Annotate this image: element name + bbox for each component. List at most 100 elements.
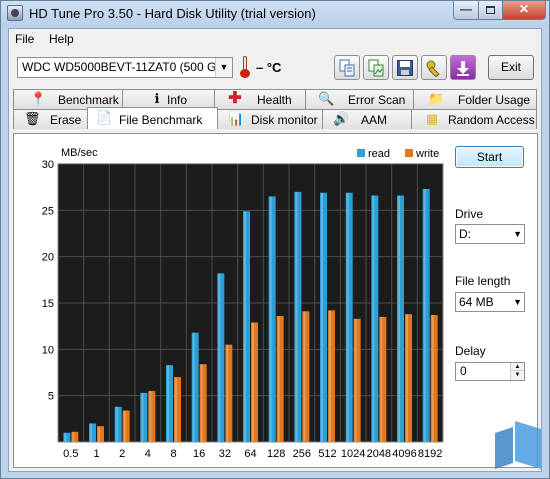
bar-highlight-write [329, 310, 331, 442]
chart-svg: 5 10 15 20 25 30 MB/sec read write 0.5 1 2 4 8 16 32 64 1… [42, 147, 444, 460]
tab-disk-monitor[interactable]: 📊 Disk monitor [217, 109, 323, 129]
x-tick-label: 2048 [367, 448, 391, 460]
bar-highlight-read [269, 196, 272, 442]
legend-swatch-write [405, 149, 413, 157]
app-window: HD Tune Pro 3.50 - Hard Disk Utility (tr… [0, 0, 550, 479]
x-tick-label: 16 [193, 448, 205, 460]
benchmark-chart: 5 10 15 20 25 30 MB/sec read write 0.5 1 2 4 8 16 32 64 1… [24, 140, 449, 464]
title-bar[interactable]: HD Tune Pro 3.50 - Hard Disk Utility (tr… [1, 1, 549, 27]
bar-highlight-write [252, 322, 254, 442]
maximize-icon [486, 5, 495, 14]
temperature-readout: – °C [256, 60, 282, 75]
drive-dropdown[interactable]: WDC WD5000BEVT-11ZAT0 (500 GB) ▼ [17, 57, 233, 78]
legend-label-write: write [415, 148, 439, 160]
bar-highlight-write [200, 364, 203, 442]
maximize-button[interactable] [478, 1, 503, 20]
download-button[interactable] [450, 55, 476, 80]
bar-highlight-read [115, 406, 118, 442]
minimize-button[interactable]: — [453, 1, 479, 20]
bar-highlight-read [372, 195, 375, 442]
app-icon [7, 5, 23, 21]
bar-highlight-write [123, 410, 126, 442]
copy-screenshot-button[interactable] [363, 55, 389, 80]
bar-highlight-write [277, 315, 280, 442]
watermark-logo [495, 421, 541, 469]
drive-letter-dropdown[interactable]: D: ▼ [455, 224, 525, 244]
spin-down-icon[interactable]: ▼ [511, 371, 524, 379]
tab-health[interactable]: ✚ Health [214, 89, 306, 109]
y-tick-label: 15 [42, 298, 54, 310]
tab-erase[interactable]: 🗑 Erase [13, 109, 88, 129]
tab-aam[interactable]: 🔊 AAM [322, 109, 412, 129]
drive-letter-value: D: [459, 227, 471, 241]
toolbar: WDC WD5000BEVT-11ZAT0 (500 GB) ▼ – °C Ex… [9, 51, 541, 85]
speaker-icon: 🔊 [333, 111, 350, 126]
x-tick-label: 0.5 [63, 448, 78, 460]
copy-text-button[interactable] [334, 55, 360, 80]
close-button[interactable]: ✕ [502, 1, 546, 20]
bar-highlight-write [149, 391, 152, 442]
delay-spinner[interactable]: 0 ▲ ▼ [455, 362, 525, 381]
bar-highlight-write [380, 316, 383, 442]
tab-benchmark[interactable]: 📍 Benchmark [13, 89, 123, 109]
random-access-icon: ▦ [425, 111, 439, 126]
start-button[interactable]: Start [455, 146, 524, 168]
x-tick-label: 4096 [392, 448, 416, 460]
bar-highlight-write [354, 318, 357, 442]
x-tick-label: 8192 [418, 448, 442, 460]
menu-file[interactable]: File [15, 32, 34, 46]
arrow-down-icon [457, 61, 469, 76]
bar-highlight-write [431, 315, 434, 442]
file-length-label: File length [455, 274, 511, 288]
pin-icon: 📍 [30, 91, 47, 106]
info-icon: ℹ [154, 91, 160, 106]
chevron-down-icon: ▼ [513, 297, 522, 307]
drive-dropdown-value: WDC WD5000BEVT-11ZAT0 (500 GB) [22, 60, 229, 74]
bar-highlight-write [406, 314, 408, 442]
window-title: HD Tune Pro 3.50 - Hard Disk Utility (tr… [29, 6, 316, 21]
chevron-down-icon: ▼ [215, 58, 232, 77]
bar-highlight-read [423, 189, 426, 442]
save-button[interactable] [392, 55, 418, 80]
delay-label: Delay [455, 344, 486, 358]
x-tick-label: 128 [267, 448, 285, 460]
x-tick-label: 1 [93, 448, 99, 460]
magnifier-icon: 🔍 [318, 91, 335, 106]
client-area: File Help WDC WD5000BEVT-11ZAT0 (500 GB)… [8, 28, 542, 472]
tab-strip: 📍 Benchmark ℹ Info ✚ Health 🔍 Error Scan 📁 Fo… [9, 89, 541, 133]
spinner-buttons[interactable]: ▲ ▼ [510, 363, 524, 380]
bar-highlight-write [303, 311, 306, 442]
tab-info[interactable]: ℹ Info [122, 89, 215, 109]
tab-file-benchmark[interactable]: 📄 File Benchmark [87, 107, 218, 129]
exit-button[interactable]: Exit [488, 55, 534, 80]
wrench-icon [426, 60, 440, 78]
tab-random-access[interactable]: ▦ Random Access [411, 109, 537, 129]
bar-highlight-read [295, 191, 298, 442]
menu-help[interactable]: Help [49, 32, 74, 46]
bar-highlight-read [244, 211, 246, 442]
x-tick-label: 512 [318, 448, 336, 460]
bar-highlight-read [141, 392, 144, 442]
health-cross-icon: ✚ [228, 90, 242, 107]
file-length-dropdown[interactable]: 64 MB ▼ [455, 292, 525, 312]
file-benchmark-panel: 5 10 15 20 25 30 MB/sec read write 0.5 1 2 4 8 16 32 64 1… [13, 133, 538, 468]
spin-up-icon[interactable]: ▲ [511, 363, 524, 371]
bar-highlight-write [98, 426, 100, 442]
x-tick-label: 4 [145, 448, 151, 460]
options-button[interactable] [421, 55, 447, 80]
tab-error-scan[interactable]: 🔍 Error Scan [305, 89, 414, 109]
y-tick-label: 20 [42, 252, 54, 264]
x-tick-label: 256 [293, 448, 311, 460]
y-tick-label: 10 [42, 344, 54, 356]
legend-label-read: read [368, 148, 390, 160]
x-tick-label: 32 [219, 448, 231, 460]
tab-folder-usage[interactable]: 📁 Folder Usage [413, 89, 537, 109]
trash-icon: 🗑 [24, 111, 41, 126]
bar-highlight-read [218, 273, 221, 442]
menu-bar: File Help [9, 29, 541, 49]
bar-highlight-read [167, 365, 169, 442]
folder-icon: 📁 [428, 91, 445, 106]
document-icon: 📄 [96, 110, 113, 125]
chevron-down-icon: ▼ [513, 229, 522, 239]
bar-highlight-read [90, 423, 92, 442]
